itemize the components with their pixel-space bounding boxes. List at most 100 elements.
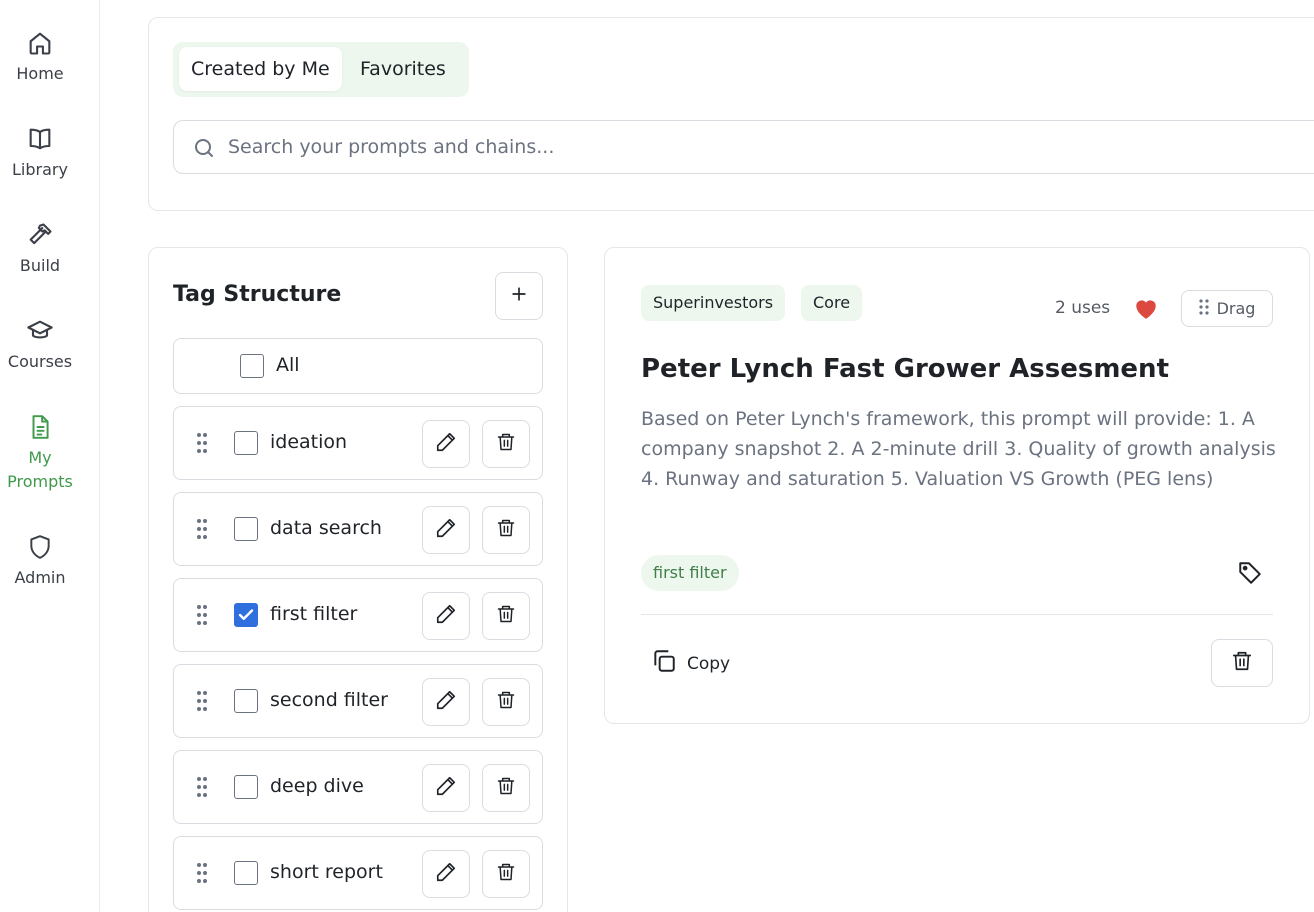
tag-icon[interactable] [1237, 560, 1263, 590]
all-checkbox[interactable] [240, 354, 264, 378]
drag-button[interactable]: Drag [1181, 290, 1273, 327]
tag-row-all: All [173, 338, 543, 394]
tag-label: ideation [270, 431, 348, 453]
tag-checkbox[interactable] [234, 689, 258, 713]
tag-label: data search [270, 517, 382, 539]
copy-button[interactable]: Copy [651, 648, 730, 679]
delete-tag-button[interactable] [482, 678, 530, 726]
prompt-card: Superinvestors Core 2 uses Drag Peter Ly… [604, 247, 1310, 724]
delete-tag-button[interactable] [482, 506, 530, 554]
edit-tag-button[interactable] [422, 764, 470, 812]
tag-row: second filter [173, 664, 543, 738]
tag-checkbox[interactable] [234, 603, 258, 627]
sidebar-item-label: Home [16, 64, 64, 83]
prompt-tag-chip[interactable]: first filter [641, 555, 739, 591]
tag-row: first filter [173, 578, 543, 652]
prompt-description: Based on Peter Lynch's framework, this p… [641, 408, 1276, 490]
delete-tag-button[interactable] [482, 592, 530, 640]
search-icon [192, 136, 216, 164]
add-tag-button[interactable] [495, 272, 543, 320]
trash-icon [496, 603, 516, 629]
home-icon [25, 28, 55, 58]
tab-created-by-me[interactable]: Created by Me [179, 47, 342, 91]
tag-structure-title: Tag Structure [173, 282, 342, 307]
card-divider [641, 614, 1273, 615]
drag-handle-icon[interactable] [196, 604, 208, 630]
delete-tag-button[interactable] [482, 850, 530, 898]
sidebar-item-my-prompts[interactable]: My Prompts [0, 412, 80, 494]
pencil-icon [435, 431, 457, 457]
copy-icon [651, 648, 677, 679]
copy-label: Copy [687, 653, 731, 674]
tag-row: short report [173, 836, 543, 910]
tag-row: data search [173, 492, 543, 566]
delete-tag-button[interactable] [482, 420, 530, 468]
edit-tag-button[interactable] [422, 850, 470, 898]
trash-icon [1231, 649, 1253, 677]
filter-card: Created by Me Favorites [148, 17, 1314, 211]
drag-handle-icon [1198, 298, 1209, 319]
tag-label: second filter [270, 689, 388, 711]
sidebar-item-label: Library [12, 160, 68, 179]
pencil-icon [435, 517, 457, 543]
drag-label: Drag [1216, 299, 1256, 318]
prompt-source-tabs: Created by Me Favorites [173, 42, 469, 97]
drag-handle-icon[interactable] [196, 862, 208, 888]
sidebar-item-label-line2: Prompts [7, 472, 73, 491]
sidebar-item-library[interactable]: Library [0, 124, 80, 182]
edit-tag-button[interactable] [422, 506, 470, 554]
sidebar-item-admin[interactable]: Admin [0, 532, 80, 590]
tag-checkbox[interactable] [234, 775, 258, 799]
trash-icon [496, 775, 516, 801]
sidebar-item-label-line1: My [28, 448, 52, 467]
tag-label: first filter [270, 603, 358, 625]
document-icon [25, 412, 55, 442]
sidebar-item-label: Courses [7, 352, 73, 371]
plus-icon [509, 284, 529, 308]
search-bar [173, 120, 1314, 174]
sidebar-item-build[interactable]: Build [0, 220, 80, 278]
drag-handle-icon[interactable] [196, 432, 208, 458]
tab-favorites[interactable]: Favorites [348, 47, 458, 91]
hammer-icon [25, 220, 55, 250]
pencil-icon [435, 861, 457, 887]
tag-structure-panel: Tag Structure All ideation data search fir… [148, 247, 568, 912]
search-input[interactable] [228, 131, 1128, 163]
category-chip[interactable]: Superinvestors [641, 285, 786, 321]
tag-checkbox[interactable] [234, 861, 258, 885]
edit-tag-button[interactable] [422, 678, 470, 726]
favorite-heart-icon[interactable] [1133, 296, 1159, 324]
tag-row: deep dive [173, 750, 543, 824]
graduation-cap-icon [25, 316, 55, 346]
tag-checkbox[interactable] [234, 517, 258, 541]
shield-icon [25, 532, 55, 562]
trash-icon [496, 861, 516, 887]
tag-label: deep dive [270, 775, 364, 797]
drag-handle-icon[interactable] [196, 776, 208, 802]
drag-handle-icon[interactable] [196, 690, 208, 716]
category-chip[interactable]: Core [801, 285, 863, 321]
prompt-title[interactable]: Peter Lynch Fast Grower Assesment [641, 354, 1169, 384]
trash-icon [496, 689, 516, 715]
edit-tag-button[interactable] [422, 592, 470, 640]
tag-row: ideation [173, 406, 543, 480]
all-label: All [276, 354, 300, 376]
sidebar-item-courses[interactable]: Courses [0, 316, 80, 374]
trash-icon [496, 431, 516, 457]
edit-tag-button[interactable] [422, 420, 470, 468]
pencil-icon [435, 775, 457, 801]
sidebar-item-home[interactable]: Home [0, 28, 80, 86]
pencil-icon [435, 689, 457, 715]
book-icon [25, 124, 55, 154]
sidebar: Home Library Build Courses My Prompts Ad… [0, 0, 100, 912]
tag-checkbox[interactable] [234, 431, 258, 455]
delete-tag-button[interactable] [482, 764, 530, 812]
sidebar-item-label: Admin [14, 568, 66, 587]
uses-count: 2 uses [1055, 298, 1111, 318]
pencil-icon [435, 603, 457, 629]
drag-handle-icon[interactable] [196, 518, 208, 544]
tag-label: short report [270, 861, 383, 883]
sidebar-item-label: My Prompts [7, 446, 73, 494]
sidebar-item-label: Build [19, 256, 61, 275]
delete-prompt-button[interactable] [1211, 639, 1273, 687]
